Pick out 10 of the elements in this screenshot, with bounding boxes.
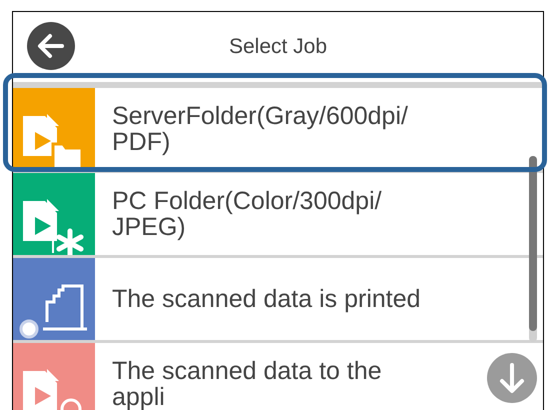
job-label: The scanned data is printed — [111, 286, 421, 312]
screen-title: Select Job — [228, 35, 328, 59]
job-item[interactable]: The scanned data is printed — [13, 258, 543, 343]
job-item[interactable]: PC Folder(Color/300dpi/ JPEG) — [13, 173, 543, 258]
job-label: ServerFolder(Gray/600dpi/ PDF) — [111, 103, 408, 155]
back-button[interactable] — [27, 22, 75, 70]
job-label: PC Folder(Color/300dpi/ JPEG) — [111, 188, 382, 240]
job-label: The scanned data to the appli — [111, 358, 382, 410]
job-item[interactable]: ServerFolder(Gray/600dpi/ PDF) — [13, 88, 543, 173]
scroll-down-button[interactable] — [487, 353, 537, 403]
